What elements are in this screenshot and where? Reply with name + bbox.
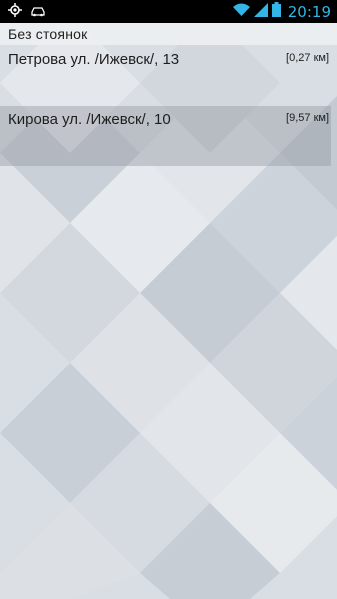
battery-icon: [271, 2, 281, 21]
distance-label: [0,27 км]: [286, 52, 329, 64]
wifi-icon: [232, 2, 250, 21]
address-label: Кирова ул. /Ижевск/, 10: [8, 111, 171, 128]
app-screen: 20:19 Без стоянок Петрова ул. /Ижевск/, …: [0, 0, 337, 599]
section-header: Без стоянок: [0, 23, 337, 45]
gps-icon: [8, 2, 22, 21]
list-item-selected[interactable]: Кирова ул. /Ижевск/, 10 [9,57 км]: [0, 106, 331, 166]
clock: 20:19: [287, 2, 331, 21]
distance-label: [9,57 км]: [286, 112, 329, 124]
car-icon: [30, 2, 46, 21]
address-label: Петрова ул. /Ижевск/, 13: [8, 51, 180, 68]
list-item[interactable]: Петрова ул. /Ижевск/, 13 [0,27 км]: [0, 46, 331, 106]
status-bar: 20:19: [0, 0, 337, 23]
signal-icon: [253, 2, 268, 21]
